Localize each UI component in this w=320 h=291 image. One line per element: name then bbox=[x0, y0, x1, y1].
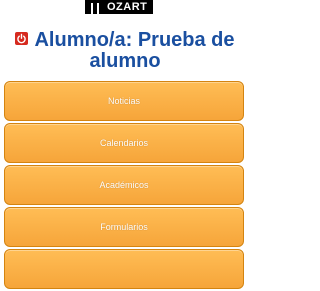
page-title: Alumno/a: Prueba de alumno bbox=[0, 30, 250, 72]
power-icon[interactable] bbox=[15, 32, 29, 45]
title-line-2: alumno bbox=[89, 50, 161, 72]
menu-item-formularios[interactable]: Formularios bbox=[4, 207, 244, 247]
main-menu: Noticias Calendarios Académicos Formular… bbox=[4, 81, 244, 291]
logo-mark-icon bbox=[85, 0, 105, 14]
menu-item-academicos[interactable]: Académicos bbox=[4, 165, 244, 205]
logo-text: OZART bbox=[105, 0, 154, 14]
menu-item-calendarios[interactable]: Calendarios bbox=[4, 123, 244, 163]
menu-item-next[interactable] bbox=[4, 249, 244, 289]
menu-item-noticias[interactable]: Noticias bbox=[4, 81, 244, 121]
title-line-1: Alumno/a: Prueba de bbox=[0, 30, 250, 51]
title-text-1: Alumno/a: Prueba de bbox=[34, 29, 235, 51]
app-logo: OZART bbox=[85, 0, 165, 14]
